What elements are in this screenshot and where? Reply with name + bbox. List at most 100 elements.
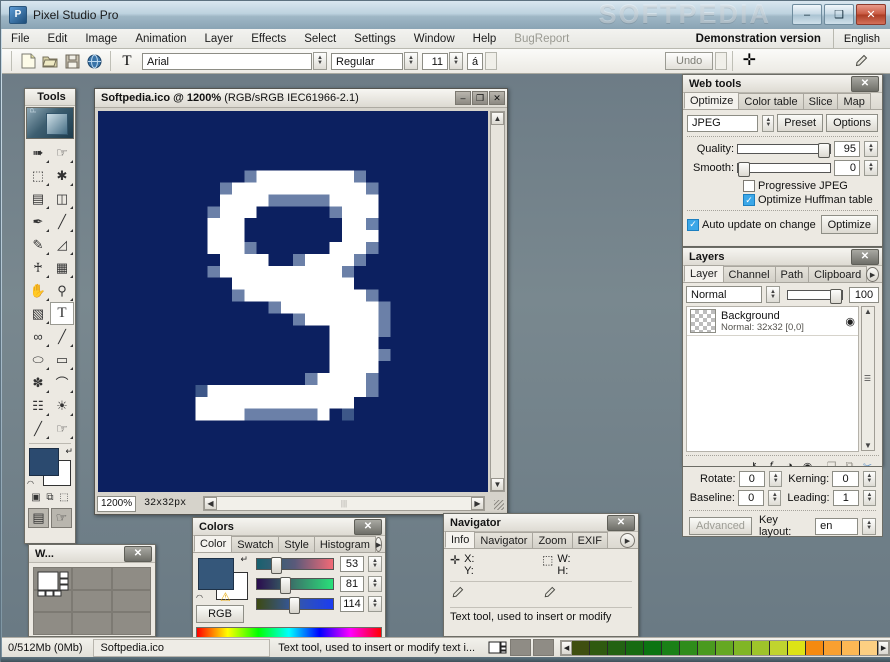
status-layout-icon[interactable] (488, 639, 508, 657)
palette-swatch[interactable] (752, 640, 771, 655)
palette-swatch[interactable] (770, 640, 789, 655)
line-tool[interactable]: ╱ (50, 325, 74, 348)
screen-mode-button[interactable]: ▤ (28, 508, 49, 528)
foreground-color-swatch[interactable] (29, 448, 59, 476)
table-row[interactable]: Background Normal: 32x32 [0,0] ◉ (687, 307, 858, 336)
palette-swatch[interactable] (716, 640, 735, 655)
swap-colors-icon[interactable]: ↵ (65, 446, 73, 457)
w-grid-cell[interactable] (34, 613, 72, 634)
menu-bugreport[interactable]: BugReport (505, 29, 578, 49)
palette-swatches[interactable] (572, 640, 879, 655)
palette-strip[interactable]: ◀ ▶ (560, 639, 890, 656)
blend-mode-select[interactable]: Normal (686, 286, 762, 303)
w-grid-cell[interactable] (112, 613, 150, 634)
w-grid-cell-selected[interactable] (34, 568, 72, 597)
menu-effects[interactable]: Effects (242, 29, 295, 49)
globe-map-tool[interactable]: ☀ (50, 394, 74, 417)
language-selector[interactable]: English (832, 28, 890, 49)
optimize-huffman-checkbox[interactable]: ✓ (743, 194, 755, 206)
selection-mode-icon[interactable]: ⬚ (57, 490, 71, 505)
blend-mode-spinner[interactable]: ▲ ▼ (766, 286, 780, 303)
w-grid-cell[interactable] (73, 613, 111, 634)
colors-default-icon[interactable]: ◠ (196, 593, 203, 602)
zoom-tool[interactable]: ⚲ (50, 279, 74, 302)
pointer-hand-tool[interactable]: ☞ (50, 417, 74, 440)
smooth-spinner[interactable]: ▲ ▼ (864, 160, 878, 176)
font-size-spinner[interactable]: ▲ ▼ (449, 52, 463, 70)
huffman-row[interactable]: ✓ Optimize Huffman table (743, 194, 878, 206)
progressive-row[interactable]: Progressive JPEG (743, 180, 878, 192)
document-maximize-button[interactable]: ❐ (472, 91, 488, 105)
open-folder-icon[interactable] (40, 51, 60, 71)
layers-scroll-down-icon[interactable]: ▼ (864, 441, 872, 450)
scroll-up-button[interactable]: ▲ (491, 112, 504, 125)
eyedropper-right-icon[interactable] (542, 586, 556, 603)
progressive-jpeg-checkbox[interactable] (743, 180, 755, 192)
color-mode-button[interactable]: RGB (196, 605, 244, 623)
palette-swatch[interactable] (824, 640, 843, 655)
menu-file[interactable]: File (2, 29, 39, 49)
select-arrow-tool[interactable]: ☞ (50, 141, 74, 164)
menu-select[interactable]: Select (295, 29, 345, 49)
palette-swatch[interactable] (662, 640, 681, 655)
palette-swatch[interactable] (626, 640, 645, 655)
w-grid-cell[interactable] (73, 568, 111, 589)
color-preview[interactable]: ↵ ◠ ⚠ (196, 554, 248, 604)
menu-image[interactable]: Image (76, 29, 126, 49)
document-close-button[interactable]: ✕ (489, 91, 505, 105)
preset-button[interactable]: Preset (777, 114, 824, 132)
scroll-left-button[interactable]: ◀ (204, 497, 217, 510)
layers-scrollbar[interactable]: ▲ ☰ ▼ (861, 306, 875, 451)
gamut-warning-icon[interactable]: ⚠ (220, 590, 231, 604)
undo-button[interactable]: Undo (665, 52, 714, 70)
quality-value[interactable]: 95 (834, 141, 860, 157)
tab-navigator[interactable]: Navigator (474, 532, 534, 548)
hand-mode-button[interactable]: ☞ (51, 508, 72, 528)
palette-swatch[interactable] (860, 640, 879, 655)
optimize-button[interactable]: Optimize (820, 215, 878, 234)
leading-spinner[interactable]: ▲ ▼ (862, 490, 876, 506)
tab-info[interactable]: Info (445, 531, 476, 548)
palette-swatch[interactable] (698, 640, 717, 655)
scroll-track[interactable]: ||| (217, 497, 471, 510)
colors-swap-icon[interactable]: ↵ (240, 554, 248, 565)
blue-channel-spinner[interactable]: ▲ ▼ (368, 596, 382, 612)
canvas-pixel-art[interactable] (98, 111, 488, 492)
document-horizontal-scrollbar[interactable]: ◀ ||| ▶ (203, 496, 485, 511)
layers-scroll-up-icon[interactable]: ▲ (864, 307, 872, 316)
palette-swatch[interactable] (644, 640, 663, 655)
key-layout-spinner[interactable]: ▲ ▼ (862, 517, 876, 535)
scroll-right-button[interactable]: ▶ (471, 497, 484, 510)
tab-style[interactable]: Style (278, 536, 315, 552)
quality-spinner[interactable]: ▲ ▼ (864, 141, 878, 157)
menu-edit[interactable]: Edit (39, 29, 77, 49)
w-grid-cell[interactable] (112, 590, 150, 612)
red-channel-value[interactable]: 53 (340, 556, 364, 572)
blue-channel-slider[interactable] (256, 597, 334, 614)
w-grid-cell[interactable] (73, 590, 111, 612)
airbrush-tool[interactable]: ♰ (26, 256, 50, 279)
tab-optimize[interactable]: Optimize (684, 92, 740, 109)
minimize-button[interactable]: – (792, 4, 822, 25)
custom-shape-tool[interactable]: ✽ (26, 371, 50, 394)
tab-layer[interactable]: Layer (684, 265, 724, 282)
close-button[interactable]: ✕ (856, 4, 886, 25)
navigator-close-icon[interactable]: ✕ (607, 514, 635, 531)
palette-swatch[interactable] (572, 640, 591, 655)
smooth-slider[interactable] (737, 162, 831, 177)
format-select[interactable]: JPEG (687, 114, 759, 132)
layer-visibility-icon[interactable]: ◉ (845, 315, 855, 328)
kerning-spinner[interactable]: ▲ ▼ (862, 471, 876, 487)
duplicate-icon[interactable]: ⧉ (43, 490, 57, 505)
slice-tool[interactable]: ◫ (50, 187, 74, 210)
measure-tool[interactable]: ╱ (26, 417, 50, 440)
palette-swatch[interactable] (590, 640, 609, 655)
rectangular-marquee-tool[interactable]: ⬚ (26, 164, 50, 187)
crosshair-icon[interactable]: ✛ (739, 51, 759, 71)
auto-update-checkbox[interactable]: ✓ (687, 218, 699, 231)
font-name-input[interactable]: Arial (142, 52, 312, 70)
tab-zoom[interactable]: Zoom (532, 532, 573, 548)
tab-map[interactable]: Map (837, 93, 871, 109)
palette-swatch[interactable] (788, 640, 807, 655)
image-canvas[interactable] (98, 111, 488, 492)
